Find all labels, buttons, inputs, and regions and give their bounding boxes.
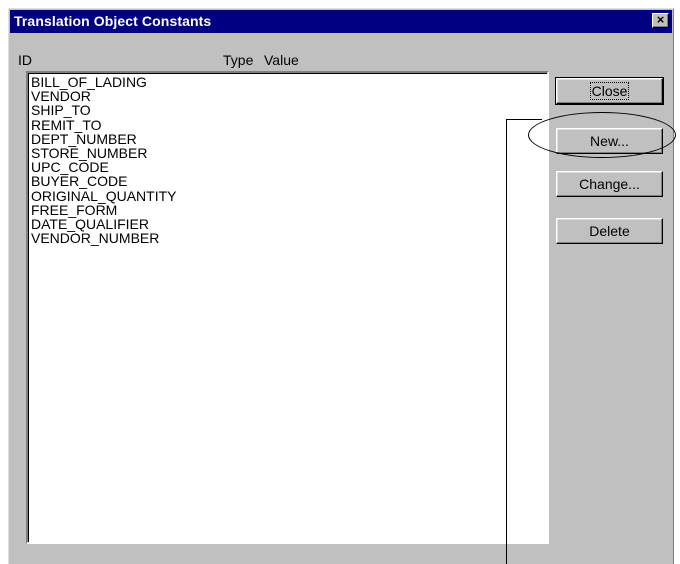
new-button[interactable]: New... (556, 128, 663, 154)
list-item[interactable]: FREE_FORM (31, 202, 176, 216)
list-item[interactable]: SHIP_TO (31, 103, 176, 117)
close-button-label: Close (589, 82, 630, 100)
list-item[interactable]: REMIT_TO (31, 117, 176, 131)
list-item[interactable]: STORE_NUMBER (31, 146, 176, 160)
list-item[interactable]: VENDOR_NUMBER (31, 231, 176, 245)
column-header-type[interactable]: Type (223, 52, 253, 68)
list-item[interactable]: DEPT_NUMBER (31, 132, 176, 146)
list-item[interactable]: ORIGINAL_QUANTITY (31, 188, 176, 202)
callout-leader-horizontal (506, 119, 542, 120)
callout-leader-vertical (506, 119, 507, 564)
list-item[interactable]: DATE_QUALIFIER (31, 217, 176, 231)
list-item[interactable]: UPC_CODE (31, 160, 176, 174)
column-header-value[interactable]: Value (264, 52, 299, 68)
column-header-id[interactable]: ID (18, 52, 32, 68)
list-item[interactable]: VENDOR (31, 89, 176, 103)
list-item[interactable]: BUYER_CODE (31, 174, 176, 188)
list-item[interactable]: BILL_OF_LADING (31, 75, 176, 89)
title-bar: Translation Object Constants × (10, 10, 672, 33)
constants-listbox[interactable]: BILL_OF_LADING VENDOR SHIP_TO REMIT_TO D… (26, 71, 549, 544)
close-window-icon[interactable]: × (652, 13, 669, 28)
translation-object-constants-dialog: Translation Object Constants × ID Type V… (8, 8, 674, 564)
change-button[interactable]: Change... (556, 171, 663, 197)
window-title: Translation Object Constants (14, 13, 212, 29)
constants-list: BILL_OF_LADING VENDOR SHIP_TO REMIT_TO D… (31, 75, 176, 245)
delete-button[interactable]: Delete (556, 218, 663, 244)
close-button[interactable]: Close (555, 77, 664, 105)
